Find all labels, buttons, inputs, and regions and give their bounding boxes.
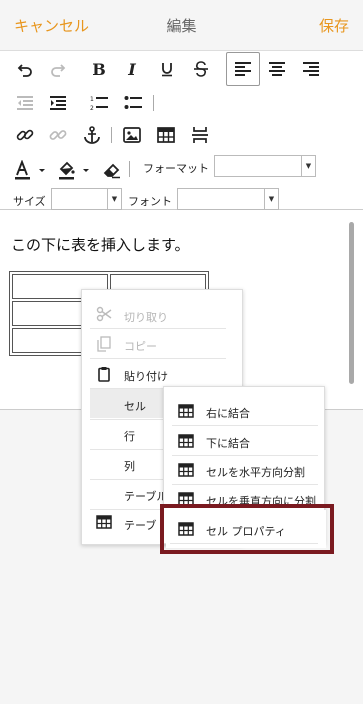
submenu-merge-right[interactable]: 右に結合 (206, 405, 250, 421)
chevron-down-icon: ▼ (264, 189, 278, 209)
copy-icon (96, 336, 112, 352)
background-color-icon[interactable] (56, 158, 92, 182)
menu-divider (90, 358, 226, 359)
editor-paragraph[interactable]: この下に表を挿入します。 (11, 234, 190, 255)
scissors-icon (96, 306, 112, 322)
table-icon (178, 403, 194, 419)
text-color-icon[interactable] (12, 158, 48, 182)
menu-item-copy[interactable]: コピー (124, 338, 157, 354)
strikethrough-icon[interactable] (188, 57, 214, 81)
chevron-down-icon: ▼ (107, 189, 121, 209)
image-icon[interactable] (119, 123, 145, 147)
redo-icon[interactable] (45, 57, 71, 81)
table-icon (178, 462, 194, 478)
table-icon (178, 433, 194, 449)
bold-button[interactable]: B (86, 57, 112, 81)
menu-item-row[interactable]: 行 (124, 428, 135, 444)
align-right-icon[interactable] (298, 57, 324, 81)
menu-item-table-properties[interactable]: テーブ (124, 517, 156, 533)
horizontal-rule-icon[interactable] (187, 123, 213, 147)
outdent-icon[interactable] (12, 91, 38, 115)
font-select[interactable]: ▼ (177, 188, 279, 210)
link-icon[interactable] (12, 123, 38, 147)
unlink-icon[interactable] (45, 123, 71, 147)
italic-button[interactable]: I (119, 57, 145, 81)
toolbar-divider (111, 127, 112, 143)
header-bar: キャンセル 編集 保存 (0, 0, 363, 50)
submenu-merge-down[interactable]: 下に結合 (206, 435, 250, 451)
bullet-list-icon[interactable] (120, 91, 146, 115)
menu-item-table[interactable]: テーブル (124, 488, 167, 504)
svg-text:1: 1 (90, 96, 94, 103)
menu-divider (172, 455, 318, 456)
numbered-list-icon[interactable]: 12 (86, 91, 112, 115)
format-select[interactable]: ▼ (214, 155, 316, 177)
editor-scrollbar[interactable] (349, 222, 354, 384)
font-label: フォント (128, 195, 172, 208)
clipboard-icon (96, 366, 112, 382)
menu-divider (90, 328, 226, 329)
eraser-icon[interactable] (99, 158, 125, 182)
undo-icon[interactable] (12, 57, 38, 81)
anchor-icon[interactable] (79, 123, 105, 147)
toolbar-divider (129, 161, 130, 177)
menu-item-column[interactable]: 列 (124, 458, 135, 474)
menu-item-paste[interactable]: 貼り付け (124, 368, 168, 384)
underline-icon[interactable] (154, 57, 180, 81)
format-label: フォーマット (143, 162, 209, 175)
svg-text:2: 2 (90, 105, 94, 111)
chevron-down-icon: ▼ (301, 156, 315, 176)
save-button[interactable]: 保存 (319, 15, 349, 36)
submenu-split-horizontal[interactable]: セルを水平方向分割 (206, 464, 305, 480)
editor-toolbar: B I 12 フォーマット ▼ サイズ ▼ フォント ▼ (0, 50, 363, 210)
highlight-box (160, 504, 334, 554)
align-center-icon[interactable] (264, 57, 290, 81)
menu-divider (172, 484, 318, 485)
menu-item-cut[interactable]: 切り取り (124, 309, 168, 325)
align-left-icon[interactable] (226, 52, 260, 86)
menu-item-cell[interactable]: セル (124, 398, 146, 414)
size-label: サイズ (13, 195, 46, 208)
table-icon[interactable] (153, 123, 179, 147)
table-icon (96, 514, 112, 530)
indent-icon[interactable] (45, 91, 71, 115)
size-select[interactable]: ▼ (51, 188, 122, 210)
toolbar-divider (153, 95, 154, 111)
menu-divider (172, 425, 318, 426)
page-title: 編集 (166, 17, 197, 35)
